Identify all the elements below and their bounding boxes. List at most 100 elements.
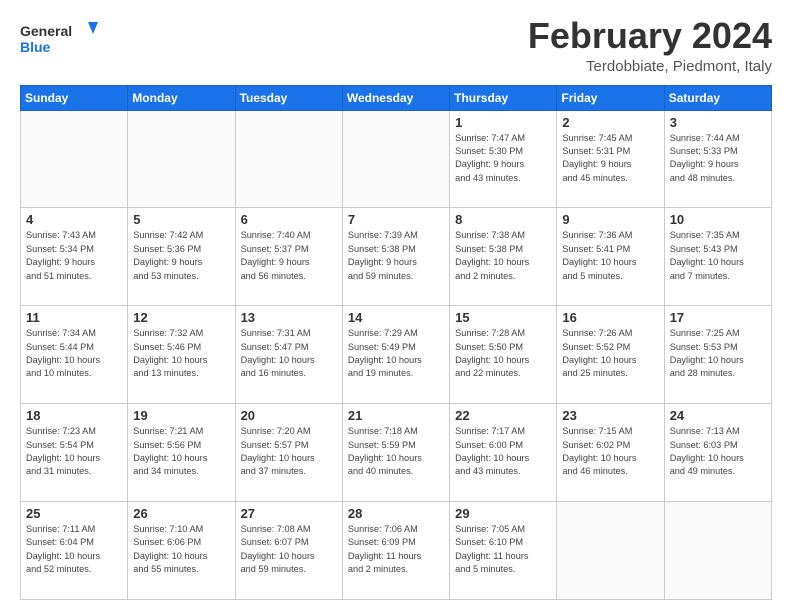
calendar-subtitle: Terdobbiate, Piedmont, Italy [528, 58, 772, 75]
day-number: 2 [562, 115, 658, 130]
calendar-cell: 29 Sunrise: 7:05 AM Sunset: 6:10 PM Dayli… [450, 502, 557, 600]
day-number: 15 [455, 310, 551, 325]
calendar-table: Sunday Monday Tuesday Wednesday Thursday… [20, 85, 772, 600]
col-sunday: Sunday [21, 85, 128, 110]
logo: General Blue [20, 20, 100, 58]
day-info: Sunrise: 7:18 AM Sunset: 5:59 PM Dayligh… [348, 425, 444, 478]
calendar-cell [664, 502, 771, 600]
day-info: Sunrise: 7:15 AM Sunset: 6:02 PM Dayligh… [562, 425, 658, 478]
day-number: 4 [26, 212, 122, 227]
day-number: 26 [133, 506, 229, 521]
day-info: Sunrise: 7:10 AM Sunset: 6:06 PM Dayligh… [133, 523, 229, 576]
page: General Blue February 2024 Terdobbiate, … [0, 0, 792, 612]
day-number: 29 [455, 506, 551, 521]
svg-text:General: General [20, 23, 72, 39]
day-number: 11 [26, 310, 122, 325]
day-info: Sunrise: 7:32 AM Sunset: 5:46 PM Dayligh… [133, 327, 229, 380]
day-number: 17 [670, 310, 766, 325]
calendar-cell: 2 Sunrise: 7:45 AM Sunset: 5:31 PM Daylig… [557, 110, 664, 208]
day-number: 5 [133, 212, 229, 227]
calendar-cell: 25Sunrise: 7:11 AM Sunset: 6:04 PM Dayli… [21, 502, 128, 600]
day-info: Sunrise: 7:45 AM Sunset: 5:31 PM Dayligh… [562, 132, 658, 185]
day-number: 10 [670, 212, 766, 227]
col-thursday: Thursday [450, 85, 557, 110]
day-number: 28 [348, 506, 444, 521]
day-number: 7 [348, 212, 444, 227]
day-info: Sunrise: 7:20 AM Sunset: 5:57 PM Dayligh… [241, 425, 337, 478]
day-number: 12 [133, 310, 229, 325]
day-info: Sunrise: 7:23 AM Sunset: 5:54 PM Dayligh… [26, 425, 122, 478]
day-info: Sunrise: 7:21 AM Sunset: 5:56 PM Dayligh… [133, 425, 229, 478]
calendar-cell: 20 Sunrise: 7:20 AM Sunset: 5:57 PM Dayli… [235, 404, 342, 502]
day-info: Sunrise: 7:38 AM Sunset: 5:38 PM Dayligh… [455, 229, 551, 282]
col-wednesday: Wednesday [342, 85, 449, 110]
day-number: 13 [241, 310, 337, 325]
calendar-cell: 11 Sunrise: 7:34 AM Sunset: 5:44 PM Dayli… [21, 306, 128, 404]
calendar-cell [342, 110, 449, 208]
day-info: Sunrise: 7:40 AM Sunset: 5:37 PM Dayligh… [241, 229, 337, 282]
calendar-cell: 26 Sunrise: 7:10 AM Sunset: 6:06 PM Dayli… [128, 502, 235, 600]
day-info: Sunrise: 7:47 AM Sunset: 5:30 PM Dayligh… [455, 132, 551, 185]
calendar-cell: 18 Sunrise: 7:23 AM Sunset: 5:54 PM Dayli… [21, 404, 128, 502]
calendar-cell: 4 Sunrise: 7:43 AM Sunset: 5:34 PM Daylig… [21, 208, 128, 306]
calendar-cell [235, 110, 342, 208]
logo-svg: General Blue [20, 20, 100, 58]
col-saturday: Saturday [664, 85, 771, 110]
day-number: 3 [670, 115, 766, 130]
day-number: 8 [455, 212, 551, 227]
svg-text:Blue: Blue [20, 39, 51, 55]
calendar-cell: 14 Sunrise: 7:29 AM Sunset: 5:49 PM Dayli… [342, 306, 449, 404]
day-info: Sunrise: 7:06 AM Sunset: 6:09 PM Dayligh… [348, 523, 444, 576]
week-row-1: 1Sunrise: 7:47 AM Sunset: 5:30 PM Daylig… [21, 110, 772, 208]
week-row-4: 18 Sunrise: 7:23 AM Sunset: 5:54 PM Dayli… [21, 404, 772, 502]
day-number: 25 [26, 506, 122, 521]
day-number: 20 [241, 408, 337, 423]
calendar-header-row: Sunday Monday Tuesday Wednesday Thursday… [21, 85, 772, 110]
calendar-cell: 21Sunrise: 7:18 AM Sunset: 5:59 PM Dayli… [342, 404, 449, 502]
day-info: Sunrise: 7:05 AM Sunset: 6:10 PM Dayligh… [455, 523, 551, 576]
calendar-title: February 2024 [528, 16, 772, 56]
calendar-cell: 24 Sunrise: 7:13 AM Sunset: 6:03 PM Dayli… [664, 404, 771, 502]
calendar-cell: 9 Sunrise: 7:36 AM Sunset: 5:41 PM Daylig… [557, 208, 664, 306]
day-info: Sunrise: 7:13 AM Sunset: 6:03 PM Dayligh… [670, 425, 766, 478]
day-number: 9 [562, 212, 658, 227]
calendar-cell: 22Sunrise: 7:17 AM Sunset: 6:00 PM Dayli… [450, 404, 557, 502]
col-monday: Monday [128, 85, 235, 110]
title-block: February 2024 Terdobbiate, Piedmont, Ita… [528, 16, 772, 75]
calendar-cell: 1Sunrise: 7:47 AM Sunset: 5:30 PM Daylig… [450, 110, 557, 208]
day-number: 16 [562, 310, 658, 325]
calendar-cell: 23Sunrise: 7:15 AM Sunset: 6:02 PM Dayli… [557, 404, 664, 502]
day-info: Sunrise: 7:08 AM Sunset: 6:07 PM Dayligh… [241, 523, 337, 576]
calendar-cell: 8 Sunrise: 7:38 AM Sunset: 5:38 PM Daylig… [450, 208, 557, 306]
day-number: 14 [348, 310, 444, 325]
day-info: Sunrise: 7:43 AM Sunset: 5:34 PM Dayligh… [26, 229, 122, 282]
week-row-2: 4 Sunrise: 7:43 AM Sunset: 5:34 PM Daylig… [21, 208, 772, 306]
calendar-cell [557, 502, 664, 600]
calendar-cell: 3Sunrise: 7:44 AM Sunset: 5:33 PM Daylig… [664, 110, 771, 208]
day-info: Sunrise: 7:34 AM Sunset: 5:44 PM Dayligh… [26, 327, 122, 380]
header: General Blue February 2024 Terdobbiate, … [20, 16, 772, 75]
calendar-cell: 27Sunrise: 7:08 AM Sunset: 6:07 PM Dayli… [235, 502, 342, 600]
day-info: Sunrise: 7:35 AM Sunset: 5:43 PM Dayligh… [670, 229, 766, 282]
calendar-cell: 7Sunrise: 7:39 AM Sunset: 5:38 PM Daylig… [342, 208, 449, 306]
calendar-cell [21, 110, 128, 208]
calendar-cell: 19 Sunrise: 7:21 AM Sunset: 5:56 PM Dayli… [128, 404, 235, 502]
calendar-cell: 13Sunrise: 7:31 AM Sunset: 5:47 PM Dayli… [235, 306, 342, 404]
day-number: 24 [670, 408, 766, 423]
day-number: 22 [455, 408, 551, 423]
day-info: Sunrise: 7:25 AM Sunset: 5:53 PM Dayligh… [670, 327, 766, 380]
calendar-cell: 10 Sunrise: 7:35 AM Sunset: 5:43 PM Dayli… [664, 208, 771, 306]
calendar-cell [128, 110, 235, 208]
calendar-cell: 5Sunrise: 7:42 AM Sunset: 5:36 PM Daylig… [128, 208, 235, 306]
week-row-3: 11 Sunrise: 7:34 AM Sunset: 5:44 PM Dayli… [21, 306, 772, 404]
day-info: Sunrise: 7:36 AM Sunset: 5:41 PM Dayligh… [562, 229, 658, 282]
calendar-cell: 12 Sunrise: 7:32 AM Sunset: 5:46 PM Dayli… [128, 306, 235, 404]
day-number: 18 [26, 408, 122, 423]
calendar-cell: 17 Sunrise: 7:25 AM Sunset: 5:53 PM Dayli… [664, 306, 771, 404]
day-info: Sunrise: 7:26 AM Sunset: 5:52 PM Dayligh… [562, 327, 658, 380]
day-info: Sunrise: 7:29 AM Sunset: 5:49 PM Dayligh… [348, 327, 444, 380]
calendar-cell: 15Sunrise: 7:28 AM Sunset: 5:50 PM Dayli… [450, 306, 557, 404]
day-number: 19 [133, 408, 229, 423]
calendar-cell: 6Sunrise: 7:40 AM Sunset: 5:37 PM Daylig… [235, 208, 342, 306]
calendar-cell: 16 Sunrise: 7:26 AM Sunset: 5:52 PM Dayli… [557, 306, 664, 404]
